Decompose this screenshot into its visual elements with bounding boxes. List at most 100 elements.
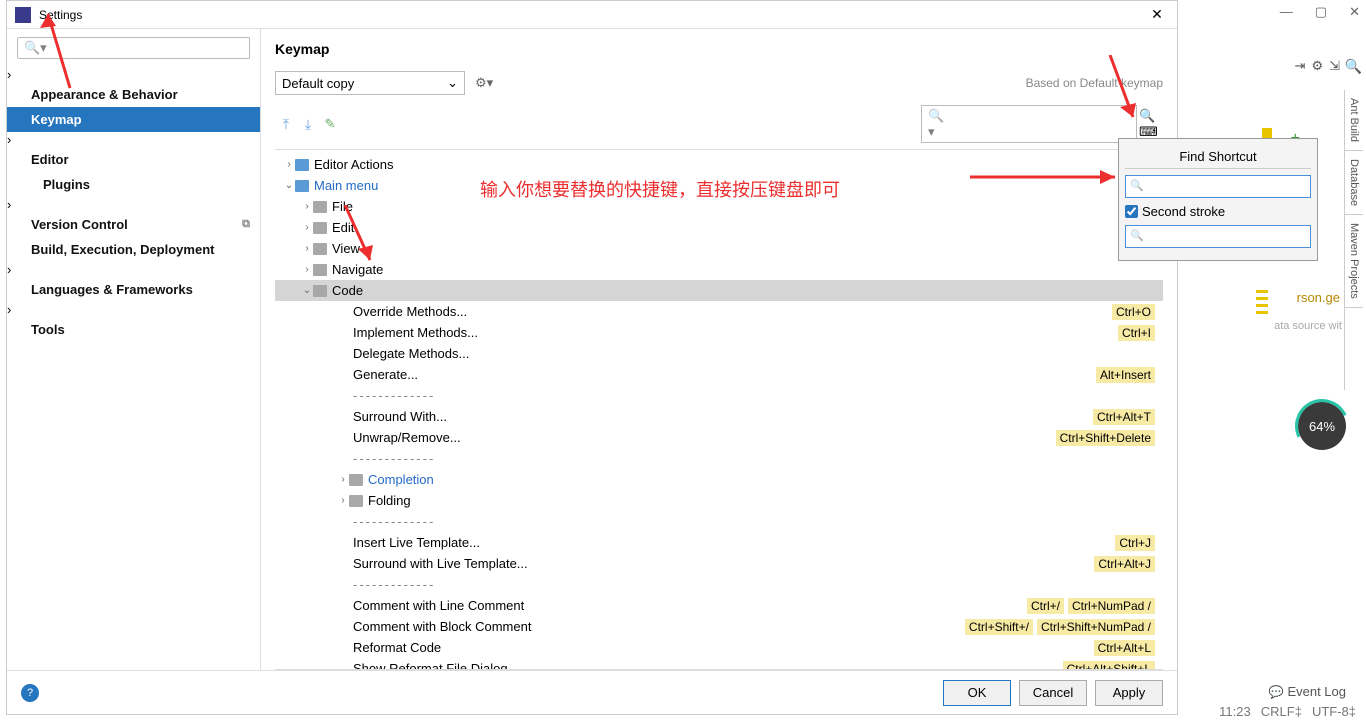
ide-toolbar-right: ⇥ ⚙ ⇲ — [1295, 58, 1340, 74]
status-time: 11:23 — [1219, 704, 1251, 719]
shortcut-badge: Ctrl+/ — [1027, 598, 1064, 614]
sidebar-item-version-control[interactable]: Version Control⧉ — [7, 212, 260, 237]
tree-label: Insert Live Template... — [353, 535, 1111, 550]
tree-row[interactable]: ------------- — [275, 574, 1163, 595]
settings-dialog: Settings ✕ 🔍▾ ›Appearance & BehaviorKeym… — [6, 0, 1178, 715]
sidebar-item-build-execution-deployment[interactable]: Build, Execution, Deployment — [7, 237, 260, 262]
shortcut-badge: Ctrl+O — [1112, 304, 1155, 320]
tree-row[interactable]: Delegate Methods... — [275, 343, 1163, 364]
ok-button[interactable]: OK — [943, 680, 1011, 706]
sidebar-search[interactable]: 🔍▾ — [17, 37, 250, 59]
folder-icon — [313, 285, 327, 297]
sidebar-item-appearance-behavior[interactable]: Appearance & Behavior — [7, 82, 260, 107]
expand-all-button[interactable]: ⤒ — [275, 114, 297, 134]
ide-right-toolwindow-tabs: Ant Build Database Maven Projects — [1344, 90, 1366, 390]
tree-row[interactable]: Unwrap/Remove... Ctrl+Shift+Delete — [275, 427, 1163, 448]
tree-label: Unwrap/Remove... — [353, 430, 1052, 445]
shortcut-first-input[interactable] — [1125, 175, 1311, 198]
tree-row[interactable]: Generate...Alt+Insert — [275, 364, 1163, 385]
minimize-icon[interactable]: — — [1280, 4, 1293, 20]
tree-row[interactable]: Override Methods... Ctrl+O — [275, 301, 1163, 322]
keymap-tree[interactable]: ›Editor Actions⌄Main menu›File›Edit›View… — [275, 154, 1163, 670]
keymap-search-input[interactable] — [954, 117, 1130, 132]
shortcut-second-input[interactable] — [1125, 225, 1311, 248]
shortcut-badge: Ctrl+Shift+/ — [965, 619, 1033, 635]
collapse-all-button[interactable]: ⤓ — [297, 114, 319, 134]
sidebar-item-plugins[interactable]: Plugins — [7, 172, 260, 197]
apply-button[interactable]: Apply — [1095, 680, 1163, 706]
tree-row[interactable]: Implement Methods...Ctrl+I — [275, 322, 1163, 343]
tree-label: Delegate Methods... — [353, 346, 1155, 361]
tree-row[interactable]: Show Reformat File DialogCtrl+Alt+Shift+… — [275, 658, 1163, 670]
folder-icon — [313, 222, 327, 234]
collapse-icon[interactable]: ⇥ — [1295, 58, 1306, 74]
help-button[interactable]: ? — [21, 684, 39, 702]
tab-database[interactable]: Database — [1345, 151, 1363, 215]
progress-indicator[interactable]: 64% — [1298, 402, 1346, 450]
tree-label: Implement Methods... — [353, 325, 1114, 340]
sidebar-item-languages-frameworks[interactable]: Languages & Frameworks — [7, 277, 260, 302]
search-icon: 🔍▾ — [24, 40, 47, 56]
keymap-scheme-select[interactable]: Default copy ⌄ — [275, 71, 465, 95]
tab-maven[interactable]: Maven Projects — [1345, 215, 1363, 308]
sidebar-search-input[interactable] — [51, 41, 243, 55]
pin-icon[interactable]: ⇲ — [1329, 58, 1340, 74]
find-shortcut-button[interactable]: 🔍⌨ — [1139, 112, 1163, 136]
chevron-right-icon: › — [283, 159, 295, 170]
tree-label: Code — [332, 283, 1155, 298]
tree-label: Surround With... — [353, 409, 1089, 424]
tree-row[interactable]: Comment with Line Comment Ctrl+/Ctrl+NumP… — [275, 595, 1163, 616]
event-log-button[interactable]: 💬 Event Log — [1269, 684, 1347, 699]
folder-icon — [349, 474, 363, 486]
maximize-icon[interactable]: ▢ — [1315, 4, 1327, 20]
tree-row[interactable]: ------------- — [275, 448, 1163, 469]
chevron-down-icon: ⌄ — [283, 180, 295, 191]
tree-row[interactable]: ›Editor Actions — [275, 154, 1163, 175]
shortcut-badge: Ctrl+J — [1115, 535, 1155, 551]
sidebar-item-editor[interactable]: Editor — [7, 147, 260, 172]
tree-row[interactable]: Surround with Live Template...Ctrl+Alt+J — [275, 553, 1163, 574]
folder-icon — [349, 495, 363, 507]
keymap-search[interactable]: 🔍▾ — [921, 105, 1137, 143]
tree-row[interactable]: ⌄Code — [275, 280, 1163, 301]
ide-search-icon[interactable]: 🔍 — [1345, 58, 1362, 75]
cancel-button[interactable]: Cancel — [1019, 680, 1087, 706]
tree-row[interactable]: ›View — [275, 238, 1163, 259]
sidebar-item-tools[interactable]: Tools — [7, 317, 260, 342]
close-icon[interactable]: ✕ — [1349, 4, 1360, 20]
shortcut-badge: Ctrl+Shift+Delete — [1056, 430, 1155, 446]
tree-label: Edit — [332, 220, 1155, 235]
gear-icon[interactable]: ⚙ — [1311, 58, 1323, 74]
sidebar-item-keymap[interactable]: Keymap — [7, 107, 260, 132]
page-title: Keymap — [275, 41, 1163, 57]
tree-row[interactable]: ›Navigate — [275, 259, 1163, 280]
tree-label: Comment with Line Comment — [353, 598, 1023, 613]
status-line-sep[interactable]: CRLF‡ — [1261, 704, 1302, 719]
tree-row[interactable]: ------------- — [275, 385, 1163, 406]
shortcut-badge: Ctrl+Shift+NumPad / — [1037, 619, 1155, 635]
chevron-right-icon: › — [337, 495, 349, 506]
tree-row[interactable]: Insert Live Template... Ctrl+J — [275, 532, 1163, 553]
search-icon: 🔍 — [1130, 229, 1144, 242]
status-encoding[interactable]: UTF-8‡ — [1312, 704, 1356, 719]
dialog-close-button[interactable]: ✕ — [1145, 6, 1169, 23]
tree-row[interactable]: Surround With... Ctrl+Alt+T — [275, 406, 1163, 427]
sidebar-items: ›Appearance & BehaviorKeymap›EditorPlugi… — [7, 67, 260, 670]
tab-ant-build[interactable]: Ant Build — [1345, 90, 1363, 151]
search-icon: 🔍▾ — [928, 108, 950, 140]
tree-label: Override Methods... — [353, 304, 1108, 319]
shortcut-badge: Ctrl+NumPad / — [1068, 598, 1155, 614]
scheme-gear-button[interactable]: ⚙▾ — [475, 75, 493, 91]
chevron-right-icon: › — [301, 243, 313, 254]
tree-row[interactable]: ›Completion — [275, 469, 1163, 490]
edit-button[interactable]: ✎ — [319, 114, 341, 134]
ide-hint-text: ata source wit — [1274, 320, 1342, 332]
shortcut-badge: Ctrl+Alt+T — [1093, 409, 1155, 425]
tree-row[interactable]: Reformat CodeCtrl+Alt+L — [275, 637, 1163, 658]
folder-icon — [295, 159, 309, 171]
tree-row[interactable]: ›Edit — [275, 217, 1163, 238]
tree-row[interactable]: ›Folding — [275, 490, 1163, 511]
tree-row[interactable]: ------------- — [275, 511, 1163, 532]
second-stroke-checkbox[interactable] — [1125, 205, 1138, 218]
tree-row[interactable]: Comment with Block CommentCtrl+Shift+/Ct… — [275, 616, 1163, 637]
